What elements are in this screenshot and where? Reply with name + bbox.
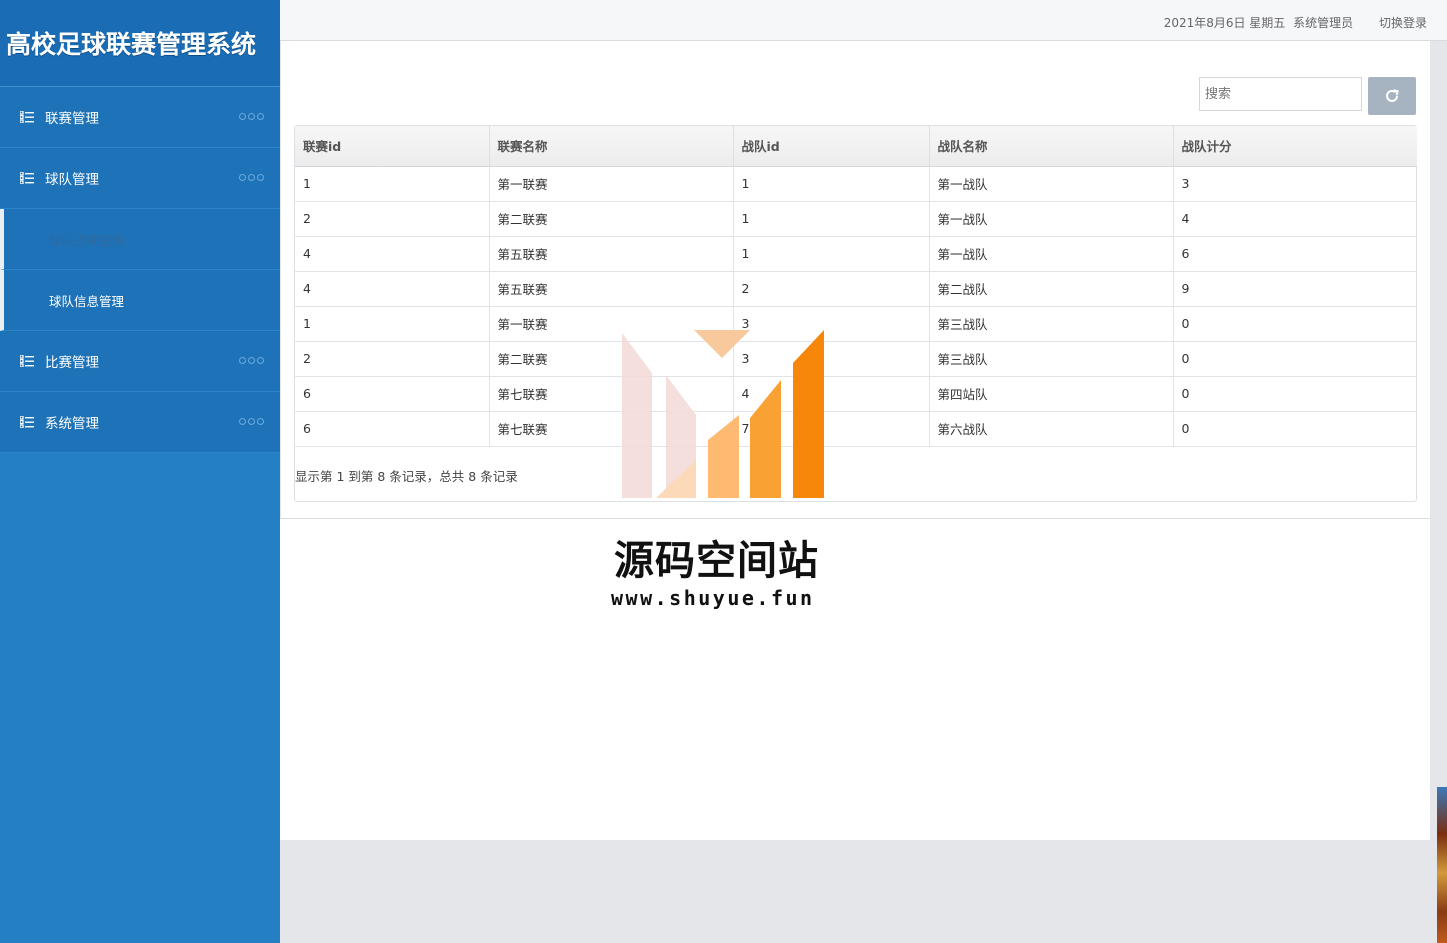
sidebar-subitem-team-info[interactable]: 球队信息管理 xyxy=(0,270,280,331)
table-row[interactable]: 1 第一联赛 3 第三战队 0 xyxy=(295,306,1417,342)
search-input[interactable] xyxy=(1199,77,1362,111)
list-icon xyxy=(20,416,34,428)
app-logo: 高校足球联赛管理系统 xyxy=(0,0,280,87)
sidebar-item-match[interactable]: 比赛管理 xyxy=(0,331,280,392)
table-row[interactable]: 4 第五联赛 1 第一战队 6 xyxy=(295,236,1417,272)
table-cell: 第六战队 xyxy=(929,411,1174,447)
table-cell: 1 xyxy=(733,166,930,202)
switch-login-link[interactable]: 切换登录 xyxy=(1379,16,1427,30)
more-dots-icon xyxy=(239,113,264,120)
table-cell: 第三战队 xyxy=(929,341,1174,377)
more-dots-icon xyxy=(239,357,264,364)
sidebar-item-label: 联赛管理 xyxy=(45,111,99,127)
table-cell: 4 xyxy=(295,271,490,307)
data-table: 联赛id 联赛名称 战队id 战队名称 战队计分 1 第一联赛 1 第一战队 3 2 第二… xyxy=(294,125,1417,502)
table-cell: 第二战队 xyxy=(929,271,1174,307)
table-cell: 0 xyxy=(1173,306,1417,342)
table-row[interactable]: 2 第二联赛 1 第一战队 4 xyxy=(295,201,1417,237)
header-info: 2021年8月6日 星期五 系统管理员 切换登录 xyxy=(1160,14,1427,31)
table-row[interactable]: 6 第七联赛 4 第四站队 0 xyxy=(295,376,1417,412)
sidebar: 高校足球联赛管理系统 联赛管理 球队管理 球队战绩查询 球队信息管理 比赛管理 … xyxy=(0,0,280,943)
table-header-row: 联赛id 联赛名称 战队id 战队名称 战队计分 xyxy=(295,126,1417,167)
main-content: 联赛id 联赛名称 战队id 战队名称 战队计分 1第一联赛1第一战队3 2第二… xyxy=(280,41,1430,840)
list-icon xyxy=(20,172,34,184)
watermark-title: 源码空间站 xyxy=(614,538,819,584)
table-cell: 1 xyxy=(733,236,930,272)
table-row[interactable]: 6 第七联赛 7 第六战队 0 xyxy=(295,411,1417,447)
table-cell: 1 xyxy=(295,306,490,342)
sidebar-subitem-team-record[interactable]: 球队战绩查询 xyxy=(0,209,280,270)
table-cell: 6 xyxy=(295,411,490,447)
sidebar-item-label: 球队管理 xyxy=(45,172,99,188)
sidebar-item-label: 系统管理 xyxy=(45,416,99,432)
table-cell: 第四站队 xyxy=(929,376,1174,412)
table-cell: 第一战队 xyxy=(929,236,1174,272)
refresh-button[interactable] xyxy=(1368,77,1416,115)
app-title: 高校足球联赛管理系统 xyxy=(6,30,257,59)
table-cell: 1 xyxy=(295,166,490,202)
table-cell: 第一联赛 xyxy=(489,166,734,202)
sidebar-item-label: 比赛管理 xyxy=(45,355,99,371)
table-cell: 2 xyxy=(295,341,490,377)
table-cell: 0 xyxy=(1173,341,1417,377)
table-cell: 9 xyxy=(1173,271,1417,307)
table-cell: 0 xyxy=(1173,376,1417,412)
table-cell: 第三战队 xyxy=(929,306,1174,342)
sidebar-subitem-label: 球队战绩查询 xyxy=(49,232,125,248)
table-cell: 2 xyxy=(295,201,490,237)
table-row[interactable]: 2 第二联赛 3 第三战队 0 xyxy=(295,341,1417,377)
sidebar-item-league[interactable]: 联赛管理 xyxy=(0,87,280,148)
more-dots-icon xyxy=(239,174,264,181)
top-bar: 2021年8月6日 星期五 系统管理员 切换登录 xyxy=(280,0,1447,41)
table-row[interactable]: 1 第一联赛 1 第一战队 3 xyxy=(295,166,1417,202)
list-icon xyxy=(20,111,34,123)
table-cell: 第一战队 xyxy=(929,166,1174,202)
column-header[interactable]: 战队id xyxy=(733,126,930,167)
current-date: 2021年8月6日 星期五 xyxy=(1163,16,1286,30)
table-cell: 4 xyxy=(1173,201,1417,237)
table-cell: 4 xyxy=(295,236,490,272)
column-header[interactable]: 联赛id xyxy=(295,126,490,167)
table-cell: 第五联赛 xyxy=(489,271,734,307)
column-header[interactable]: 联赛名称 xyxy=(489,126,734,167)
table-cell: 第五联赛 xyxy=(489,236,734,272)
table-cell: 3 xyxy=(1173,166,1417,202)
table-cell: 0 xyxy=(1173,411,1417,447)
table-cell: 2 xyxy=(733,271,930,307)
sidebar-subitem-label: 球队信息管理 xyxy=(49,293,125,309)
table-row[interactable]: 4 第五联赛 2 第二战队 9 xyxy=(295,271,1417,307)
table-cell: 第一战队 xyxy=(929,201,1174,237)
sidebar-item-team[interactable]: 球队管理 xyxy=(0,148,280,209)
table-panel: 联赛id 联赛名称 战队id 战队名称 战队计分 1第一联赛1第一战队3 2第二… xyxy=(280,41,1430,519)
table-cell: 6 xyxy=(295,376,490,412)
column-header[interactable]: 战队名称 xyxy=(929,126,1174,167)
table-cell: 第二联赛 xyxy=(489,201,734,237)
current-user: 系统管理员 xyxy=(1293,16,1354,30)
pagination-info: 显示第 1 到第 8 条记录，总共 8 条记录 xyxy=(295,469,518,484)
table-cell: 6 xyxy=(1173,236,1417,272)
column-header[interactable]: 战队计分 xyxy=(1173,126,1417,167)
table-cell: 1 xyxy=(733,201,930,237)
watermark-url: www.shuyue.fun xyxy=(611,586,815,610)
sidebar-item-system[interactable]: 系统管理 xyxy=(0,392,280,453)
refresh-icon xyxy=(1386,89,1399,102)
list-icon xyxy=(20,355,34,367)
more-dots-icon xyxy=(239,418,264,425)
edge-thumbnail xyxy=(1437,787,1447,943)
sidebar-menu: 联赛管理 球队管理 球队战绩查询 球队信息管理 比赛管理 系统管理 xyxy=(0,87,280,453)
